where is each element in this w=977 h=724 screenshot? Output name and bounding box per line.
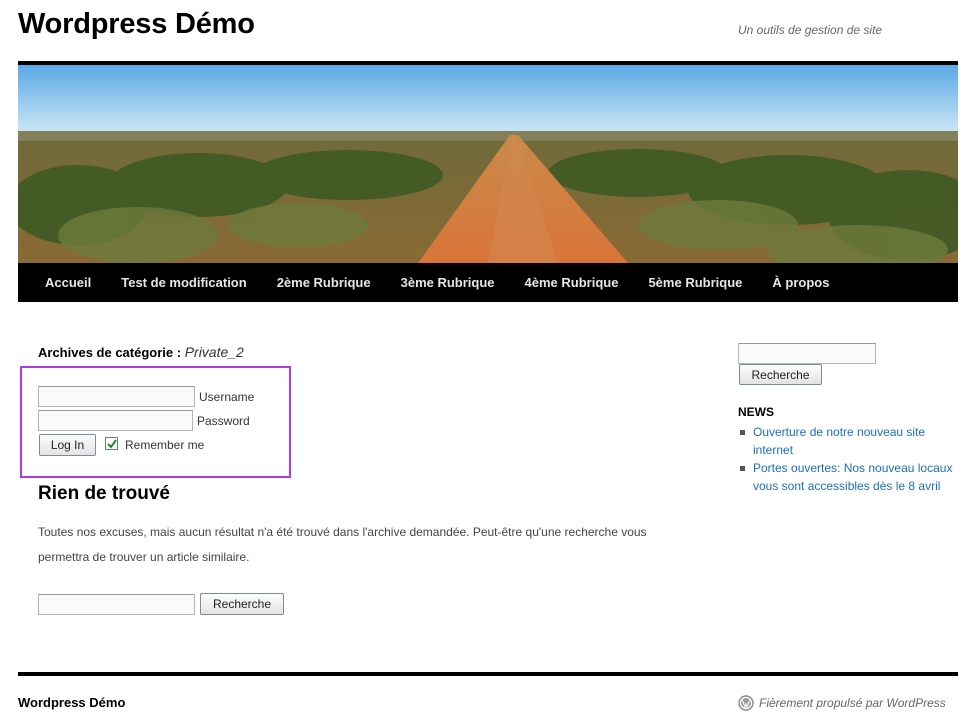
nothing-found-heading: Rien de trouvé — [38, 483, 170, 504]
footer-credit[interactable]: Fièrement propulsé par WordPress — [738, 695, 946, 711]
site-description: Un outils de gestion de site — [738, 23, 883, 37]
nothing-found-message: Toutes nos excuses, mais aucun résultat … — [38, 525, 647, 564]
nav-item-accueil[interactable]: Accueil — [45, 275, 91, 290]
nav-item-5eme-rubrique[interactable]: 5ème Rubrique — [648, 275, 742, 290]
checkmark-icon — [106, 438, 117, 449]
login-button[interactable]: Log In — [39, 434, 96, 456]
main-navigation: Accueil Test de modification 2ème Rubriq… — [18, 263, 958, 302]
archive-heading-prefix: Archives de catégorie : — [38, 345, 182, 360]
site-title[interactable]: Wordpress Démo — [18, 8, 255, 41]
news-item-link[interactable]: Ouverture de notre nouveau site internet — [753, 423, 963, 459]
news-heading: NEWS — [738, 405, 774, 419]
footer-credit-text: Fièrement propulsé par WordPress — [759, 696, 946, 710]
sidebar-search-button[interactable]: Recherche — [739, 364, 822, 385]
main-search-button[interactable]: Recherche — [200, 593, 284, 615]
username-label: Username — [199, 390, 255, 404]
news-item-link[interactable]: Portes ouvertes: Nos nouveau locaux vous… — [753, 459, 963, 495]
nav-item-4eme-rubrique[interactable]: 4ème Rubrique — [525, 275, 619, 290]
remember-me-label: Remember me — [125, 438, 205, 452]
nav-item-3eme-rubrique[interactable]: 3ème Rubrique — [401, 275, 495, 290]
main-search-input[interactable] — [38, 594, 195, 615]
nav-item-test-de-modification[interactable]: Test de modification — [121, 275, 246, 290]
nav-item-a-propos[interactable]: À propos — [772, 275, 829, 290]
sidebar-search-input[interactable] — [738, 343, 876, 364]
nav-item-2eme-rubrique[interactable]: 2ème Rubrique — [277, 275, 371, 290]
list-bullet — [740, 466, 745, 471]
remember-me-checkbox[interactable] — [105, 437, 118, 450]
username-input[interactable] — [38, 386, 195, 407]
footer-divider — [18, 672, 958, 676]
header-banner-image — [18, 65, 958, 263]
wordpress-logo-icon — [738, 695, 754, 711]
list-bullet — [740, 430, 745, 435]
password-input[interactable] — [38, 410, 193, 431]
footer-site-title[interactable]: Wordpress Démo — [18, 695, 125, 710]
archive-category-name: Private_2 — [184, 344, 244, 360]
password-label: Password — [197, 414, 250, 428]
archive-heading: Archives de catégorie : Private_2 — [38, 344, 244, 360]
